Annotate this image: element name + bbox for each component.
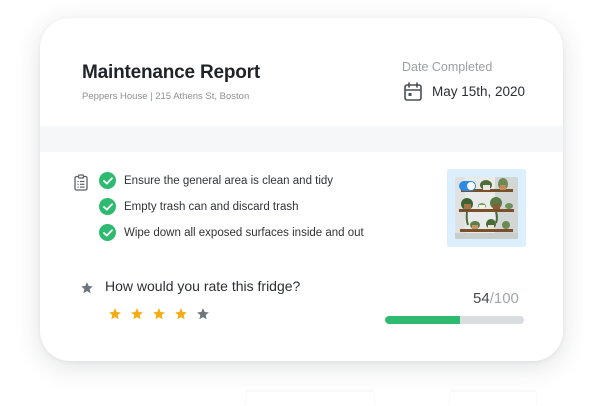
date-completed: May 15th, 2020: [404, 82, 525, 101]
star-icon: [81, 282, 93, 294]
star-filled-icon[interactable]: [108, 307, 122, 321]
star-empty-icon[interactable]: [196, 307, 210, 321]
task-label: Ensure the general area is clean and tid…: [124, 174, 334, 187]
check-circle-icon[interactable]: [99, 172, 116, 189]
star-filled-icon[interactable]: [152, 307, 166, 321]
calendar-icon: [404, 82, 422, 101]
date-completed-value: May 15th, 2020: [432, 84, 526, 99]
photo-attachment[interactable]: [447, 169, 526, 247]
background-cards: [246, 392, 546, 406]
background-card: [450, 392, 536, 406]
star-filled-icon[interactable]: [174, 307, 188, 321]
section-divider: [40, 126, 563, 152]
check-circle-icon[interactable]: [99, 198, 116, 215]
task-item[interactable]: Empty trash can and discard trash: [99, 198, 364, 215]
shelf-plants-photo[interactable]: [455, 177, 518, 239]
score: 54/100: [473, 290, 519, 307]
photo-select-toggle[interactable]: [459, 181, 476, 191]
task-item[interactable]: Ensure the general area is clean and tid…: [99, 172, 364, 189]
star-filled-icon[interactable]: [130, 307, 144, 321]
clipboard-icon: [74, 174, 88, 191]
background-card: [246, 392, 374, 406]
task-item[interactable]: Wipe down all exposed surfaces inside an…: [99, 224, 364, 241]
star-rating[interactable]: [108, 307, 218, 321]
rating-question: How would you rate this fridge?: [105, 278, 301, 294]
score-value: 54: [473, 290, 490, 307]
task-label: Wipe down all exposed surfaces inside an…: [124, 226, 364, 239]
report-title: Maintenance Report: [82, 62, 260, 83]
task-checklist: Ensure the general area is clean and tid…: [99, 172, 364, 250]
score-progress-bar: [385, 316, 524, 324]
score-progress-fill: [385, 316, 461, 324]
score-max: /100: [489, 290, 519, 307]
report-header: Maintenance Report Peppers House | 215 A…: [40, 18, 563, 126]
task-label: Empty trash can and discard trash: [124, 200, 299, 213]
check-circle-icon[interactable]: [99, 224, 116, 241]
toggle-knob: [467, 182, 475, 190]
report-location: Peppers House | 215 Athens St, Boston: [82, 91, 250, 102]
date-completed-label: Date Completed: [402, 60, 493, 74]
report-card: Maintenance Report Peppers House | 215 A…: [40, 18, 563, 361]
